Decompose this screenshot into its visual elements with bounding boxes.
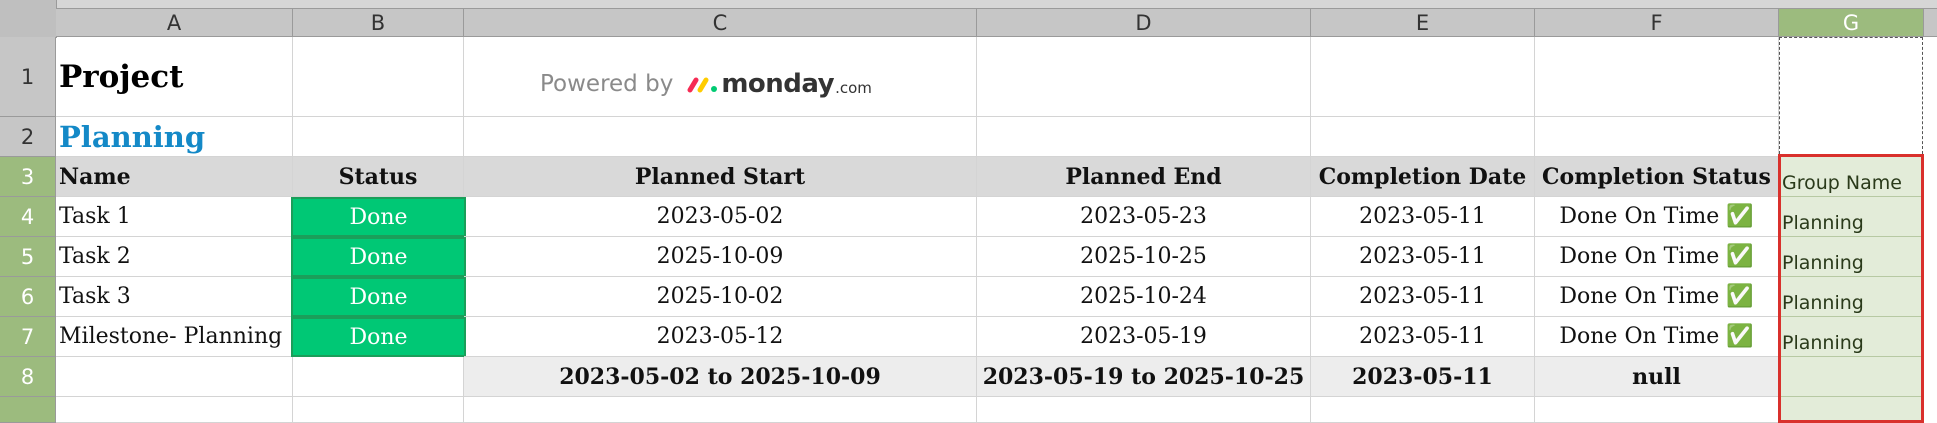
cell-b8[interactable] (293, 357, 464, 397)
group-name-cell[interactable]: Planning (1779, 277, 1924, 317)
cell-f2[interactable] (1535, 117, 1779, 157)
summary-planned-end[interactable]: 2023-05-19 to 2025-10-25 (977, 357, 1311, 397)
column-header-d[interactable]: D (977, 8, 1311, 37)
column-header-g[interactable]: G (1779, 8, 1924, 37)
cell-f9[interactable] (1535, 397, 1779, 423)
top-strip (56, 0, 1937, 8)
project-subtitle[interactable]: Planning (56, 117, 293, 157)
completion-status-cell[interactable]: Done On Time ✅ (1535, 237, 1779, 277)
monday-logo: Powered by monday .com (540, 66, 872, 102)
status-cell[interactable]: Done (291, 197, 466, 237)
task-name-cell[interactable]: Milestone- Planning (56, 317, 293, 357)
cell-b9[interactable] (293, 397, 464, 423)
completion-date-cell[interactable]: 2023-05-11 (1311, 197, 1535, 237)
completion-status-cell[interactable]: Done On Time ✅ (1535, 317, 1779, 357)
completion-date-cell[interactable]: 2023-05-11 (1311, 237, 1535, 277)
planned-end-cell[interactable]: 2023-05-19 (977, 317, 1311, 357)
column-header-e[interactable]: E (1311, 8, 1535, 37)
task-name-cell[interactable]: Task 3 (56, 277, 293, 317)
cell-c9[interactable] (464, 397, 977, 423)
row-header-3[interactable]: 3 (0, 157, 56, 197)
spreadsheet: A B C D E F G 1 2 3 4 5 6 7 8 Project Po… (0, 0, 1937, 423)
planned-end-cell[interactable]: 2023-05-23 (977, 197, 1311, 237)
planned-start-cell[interactable]: 2023-05-12 (464, 317, 977, 357)
cell-d2[interactable] (977, 117, 1311, 157)
cell-c2[interactable] (464, 117, 977, 157)
row-header-1[interactable]: 1 (0, 37, 56, 117)
column-header-overflow (1924, 8, 1937, 37)
column-header-c[interactable]: C (464, 8, 977, 37)
column-header-a[interactable]: A (56, 8, 293, 37)
cell-b1[interactable] (293, 37, 464, 117)
cell-e1[interactable] (1311, 37, 1535, 117)
row-header-2[interactable]: 2 (0, 117, 56, 157)
completion-date-cell[interactable]: 2023-05-11 (1311, 277, 1535, 317)
row-header-4[interactable]: 4 (0, 197, 56, 237)
row-header-6[interactable]: 6 (0, 277, 56, 317)
row-header-5[interactable]: 5 (0, 237, 56, 277)
select-all-corner[interactable] (0, 0, 57, 38)
header-name[interactable]: Name (56, 157, 293, 197)
completion-date-cell[interactable]: 2023-05-11 (1311, 317, 1535, 357)
header-status[interactable]: Status (293, 157, 464, 197)
group-name-cell[interactable]: Planning (1779, 197, 1924, 237)
column-header-f[interactable]: F (1535, 8, 1779, 37)
row-header-9[interactable] (0, 397, 56, 423)
planned-end-cell[interactable]: 2025-10-24 (977, 277, 1311, 317)
planned-end-cell[interactable]: 2025-10-25 (977, 237, 1311, 277)
status-cell[interactable]: Done (291, 277, 466, 317)
cell-d9[interactable] (977, 397, 1311, 423)
monday-mark-icon (687, 77, 718, 93)
cell-g9[interactable] (1779, 397, 1924, 423)
column-header-b[interactable]: B (293, 8, 464, 37)
header-planned-end[interactable]: Planned End (977, 157, 1311, 197)
cell-a8[interactable] (56, 357, 293, 397)
cell-e9[interactable] (1311, 397, 1535, 423)
summary-completion-date[interactable]: 2023-05-11 (1311, 357, 1535, 397)
cell-g8[interactable] (1779, 357, 1924, 397)
powered-by-text: Powered by (540, 71, 674, 97)
planned-start-cell[interactable]: 2025-10-02 (464, 277, 977, 317)
copy-marquee (1779, 37, 1923, 154)
status-cell[interactable]: Done (291, 237, 466, 277)
project-title[interactable]: Project (56, 37, 293, 117)
cell-a9[interactable] (56, 397, 293, 423)
row-header-8[interactable]: 8 (0, 357, 56, 397)
group-name-cell[interactable]: Planning (1779, 317, 1924, 357)
status-cell[interactable]: Done (291, 317, 466, 357)
completion-status-cell[interactable]: Done On Time ✅ (1535, 197, 1779, 237)
group-name-cell[interactable]: Planning (1779, 237, 1924, 277)
planned-start-cell[interactable]: 2025-10-09 (464, 237, 977, 277)
summary-completion-status[interactable]: null (1535, 357, 1779, 397)
cell-f1[interactable] (1535, 37, 1779, 117)
header-completion-date[interactable]: Completion Date (1311, 157, 1535, 197)
summary-planned-start[interactable]: 2023-05-02 to 2025-10-09 (464, 357, 977, 397)
task-name-cell[interactable]: Task 2 (56, 237, 293, 277)
header-completion-status[interactable]: Completion Status (1535, 157, 1779, 197)
planned-start-cell[interactable]: 2023-05-02 (464, 197, 977, 237)
monday-suffix-text: .com (835, 79, 872, 97)
row-header-7[interactable]: 7 (0, 317, 56, 357)
cell-d1[interactable] (977, 37, 1311, 117)
header-group-name[interactable]: Group Name (1779, 157, 1924, 197)
cell-e2[interactable] (1311, 117, 1535, 157)
header-planned-start[interactable]: Planned Start (464, 157, 977, 197)
task-name-cell[interactable]: Task 1 (56, 197, 293, 237)
cell-b2[interactable] (293, 117, 464, 157)
monday-brand-text: monday (721, 69, 835, 99)
completion-status-cell[interactable]: Done On Time ✅ (1535, 277, 1779, 317)
